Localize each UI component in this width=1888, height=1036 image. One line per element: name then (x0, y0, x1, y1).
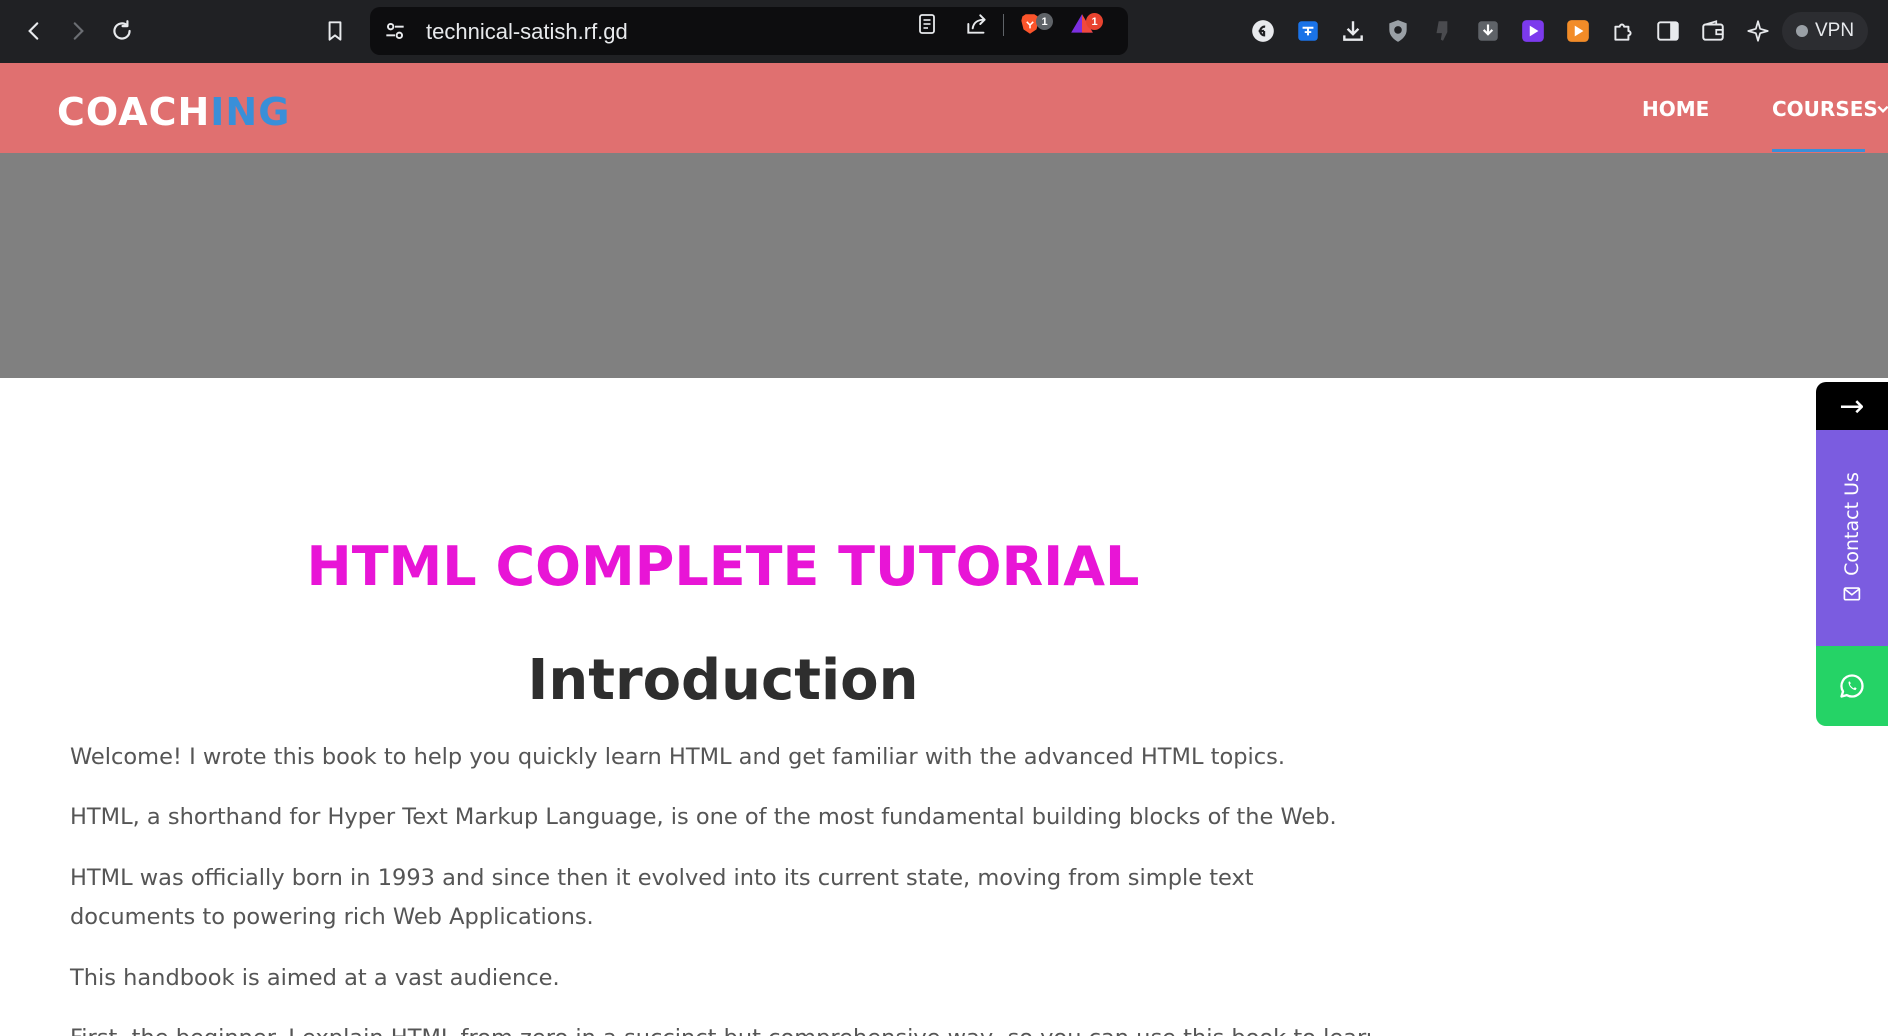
vpn-label: VPN (1815, 20, 1855, 41)
sidebar-icon (1657, 21, 1679, 41)
address-bar[interactable]: technical-satish.rf.gd (370, 7, 1128, 55)
wallet-icon (1702, 20, 1724, 41)
reader-icon (919, 14, 935, 34)
share-icon (967, 14, 986, 34)
nav-home[interactable]: HOME (1642, 97, 1709, 121)
reload-button[interactable] (105, 14, 139, 48)
rewards-count-badge: 1 (1086, 13, 1103, 30)
logo-text-accent: ING (210, 90, 291, 134)
paragraph: Welcome! I wrote this book to help you q… (70, 744, 1285, 770)
nav-courses[interactable]: COURSES (1772, 97, 1888, 121)
nav-active-indicator (1772, 149, 1865, 152)
mail-icon (1843, 587, 1861, 601)
site-logo[interactable]: COACHING (57, 90, 290, 134)
hero-banner (0, 153, 1888, 378)
back-button[interactable] (17, 14, 51, 48)
extension-grammar-button[interactable] (1248, 16, 1278, 46)
widget-collapse-button[interactable]: → (1816, 382, 1888, 430)
extension-video-button[interactable] (1563, 16, 1593, 46)
nav-courses-label: COURSES (1772, 97, 1878, 121)
browser-toolbar: technical-satish.rf.gd 1 1 VPN (0, 0, 1888, 63)
extensions-menu-button[interactable] (1608, 16, 1638, 46)
contact-us-label: Contact Us (1841, 472, 1863, 576)
extension-down-arrow-button[interactable] (1473, 16, 1503, 46)
circle-g-icon (1252, 20, 1274, 42)
translate-icon (1298, 21, 1318, 41)
paragraph: HTML, a shorthand for Hyper Text Markup … (70, 804, 1337, 830)
reload-icon (113, 20, 131, 40)
extension-grey-button[interactable] (1428, 16, 1458, 46)
play-orange-icon (1567, 20, 1589, 42)
download-icon (1343, 21, 1363, 41)
reader-mode-button[interactable] (913, 10, 941, 38)
logo-text-primary: COACH (57, 90, 211, 134)
extension-translate-button[interactable] (1293, 16, 1323, 46)
paragraph: HTML was officially born in 1993 and sin… (70, 865, 1254, 930)
extension-play-button[interactable] (1518, 16, 1548, 46)
bookmark-button[interactable] (318, 14, 352, 48)
vpn-status-dot (1796, 25, 1808, 37)
chevron-down-icon (1877, 105, 1888, 113)
shield-icon (1389, 20, 1407, 42)
whatsapp-icon (1840, 674, 1864, 698)
downloads-button[interactable] (1338, 16, 1368, 46)
shields-count-badge: 1 (1036, 13, 1053, 30)
puzzle-icon (1614, 23, 1632, 41)
bookmark-icon (328, 21, 342, 41)
omnibox-divider (1003, 14, 1004, 36)
sparkle-icon (1747, 20, 1769, 42)
section-heading: Introduction (527, 648, 919, 713)
article-title: HTML COMPLETE TUTORIAL (306, 535, 1140, 598)
leo-ai-button[interactable] (1743, 16, 1773, 46)
whatsapp-button[interactable] (1816, 646, 1888, 726)
paragraph: First, the beginner. I explain HTML from… (70, 1019, 1370, 1036)
chevron-left-icon (28, 22, 39, 40)
wallet-button[interactable] (1698, 16, 1728, 46)
chevron-right-icon (73, 22, 84, 40)
site-header: COACHING HOME COURSES (0, 63, 1888, 153)
play-purple-icon (1522, 20, 1544, 42)
sidebar-toggle-button[interactable] (1653, 16, 1683, 46)
arrow-down-box-icon (1478, 21, 1498, 41)
thumb-down-icon (1436, 21, 1448, 41)
extension-shield-button[interactable] (1383, 16, 1413, 46)
paragraph: This handbook is aimed at a vast audienc… (70, 965, 560, 991)
site-settings-icon[interactable] (382, 18, 408, 44)
contact-us-button[interactable]: Contact Us (1816, 430, 1888, 646)
url-text[interactable]: technical-satish.rf.gd (426, 19, 628, 45)
forward-button[interactable] (61, 14, 95, 48)
share-button[interactable] (963, 10, 991, 38)
vpn-button[interactable]: VPN (1782, 12, 1868, 50)
